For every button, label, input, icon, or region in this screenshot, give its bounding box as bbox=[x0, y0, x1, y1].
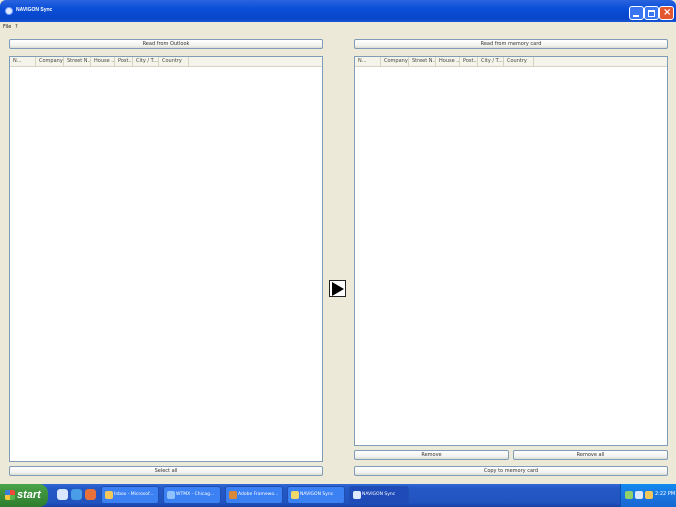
column-header[interactable]: Post... bbox=[115, 57, 133, 67]
memory-card-contacts-list[interactable]: N... Company Street N... House ... Post.… bbox=[354, 56, 668, 446]
column-header[interactable]: Company bbox=[36, 57, 64, 67]
main-client-area: Read from Outlook N... Company Street N.… bbox=[0, 32, 676, 484]
title-bar[interactable]: NAVIGON Sync × bbox=[0, 0, 676, 22]
column-header[interactable]: Post... bbox=[460, 57, 478, 67]
outlook-list-header: N... Company Street N... House ... Post.… bbox=[10, 57, 322, 67]
navigon-icon bbox=[353, 491, 361, 499]
close-icon: × bbox=[663, 7, 672, 18]
column-header[interactable]: City / T... bbox=[133, 57, 159, 67]
taskbar-item-framemaker[interactable]: Adobe Framewo... bbox=[225, 486, 283, 504]
read-from-outlook-button[interactable]: Read from Outlook bbox=[9, 39, 323, 49]
memory-card-list-header: N... Company Street N... House ... Post.… bbox=[355, 57, 667, 67]
menu-file[interactable]: File bbox=[3, 24, 11, 30]
menu-help[interactable]: ? bbox=[15, 24, 18, 30]
minimize-button[interactable] bbox=[629, 6, 644, 20]
taskbar-item-label: NAVIGON Sync bbox=[300, 492, 334, 497]
column-header[interactable]: Street N... bbox=[409, 57, 436, 67]
taskbar-item-navigon-explorer[interactable]: NAVIGON Sync bbox=[287, 486, 345, 504]
maximize-icon bbox=[648, 10, 655, 17]
column-header[interactable]: Country bbox=[159, 57, 189, 67]
taskbar-item-label: Inbox - Microsof... bbox=[114, 492, 154, 497]
taskbar: start Inbox - Microsof... WTMX - Chicag.… bbox=[0, 484, 676, 507]
column-header[interactable]: House ... bbox=[436, 57, 460, 67]
system-tray: 2:22 PM bbox=[620, 484, 676, 507]
copy-to-memory-card-button[interactable]: Copy to memory card bbox=[354, 466, 668, 476]
column-header[interactable]: N... bbox=[10, 57, 36, 67]
folder-icon bbox=[291, 491, 299, 499]
browser-icon[interactable] bbox=[71, 489, 82, 500]
column-header[interactable]: Country bbox=[504, 57, 534, 67]
taskbar-item-wtmx[interactable]: WTMX - Chicag... bbox=[163, 486, 221, 504]
browser-window-icon bbox=[167, 491, 175, 499]
volume-icon[interactable] bbox=[635, 491, 643, 499]
app-icon bbox=[5, 7, 13, 15]
show-desktop-icon[interactable] bbox=[57, 489, 68, 500]
taskbar-item-inbox[interactable]: Inbox - Microsof... bbox=[101, 486, 159, 504]
framemaker-icon bbox=[229, 491, 237, 499]
clock[interactable]: 2:22 PM bbox=[655, 491, 675, 497]
outlook-icon bbox=[105, 491, 113, 499]
column-header[interactable]: City / T... bbox=[478, 57, 504, 67]
start-button[interactable]: start bbox=[0, 484, 48, 507]
minimize-icon bbox=[633, 15, 639, 17]
column-header[interactable]: N... bbox=[355, 57, 381, 67]
maximize-button[interactable] bbox=[644, 6, 659, 20]
menu-bar: File ? bbox=[0, 22, 676, 32]
remove-all-button[interactable]: Remove all bbox=[513, 450, 668, 460]
taskbar-item-label: WTMX - Chicag... bbox=[176, 492, 215, 497]
column-header[interactable]: Street N... bbox=[64, 57, 91, 67]
window-title: NAVIGON Sync bbox=[16, 7, 53, 13]
remove-button[interactable]: Remove bbox=[354, 450, 509, 460]
transfer-button[interactable] bbox=[329, 280, 346, 297]
taskbar-item-label: Adobe Framewo... bbox=[238, 492, 279, 497]
outlook-contacts-list[interactable]: N... Company Street N... House ... Post.… bbox=[9, 56, 323, 462]
right-arrow-icon bbox=[332, 282, 344, 296]
network-icon[interactable] bbox=[625, 491, 633, 499]
start-label: start bbox=[17, 489, 41, 501]
windows-logo-icon bbox=[5, 490, 15, 500]
column-header[interactable]: Company bbox=[381, 57, 409, 67]
security-icon[interactable] bbox=[645, 491, 653, 499]
taskbar-item-navigon-sync[interactable]: NAVIGON Sync bbox=[349, 486, 409, 504]
close-button[interactable]: × bbox=[659, 6, 674, 20]
read-from-memory-card-button[interactable]: Read from memory card bbox=[354, 39, 668, 49]
column-header[interactable]: House ... bbox=[91, 57, 115, 67]
select-all-button[interactable]: Select all bbox=[9, 466, 323, 476]
media-player-icon[interactable] bbox=[85, 489, 96, 500]
taskbar-item-label: NAVIGON Sync bbox=[362, 492, 396, 497]
